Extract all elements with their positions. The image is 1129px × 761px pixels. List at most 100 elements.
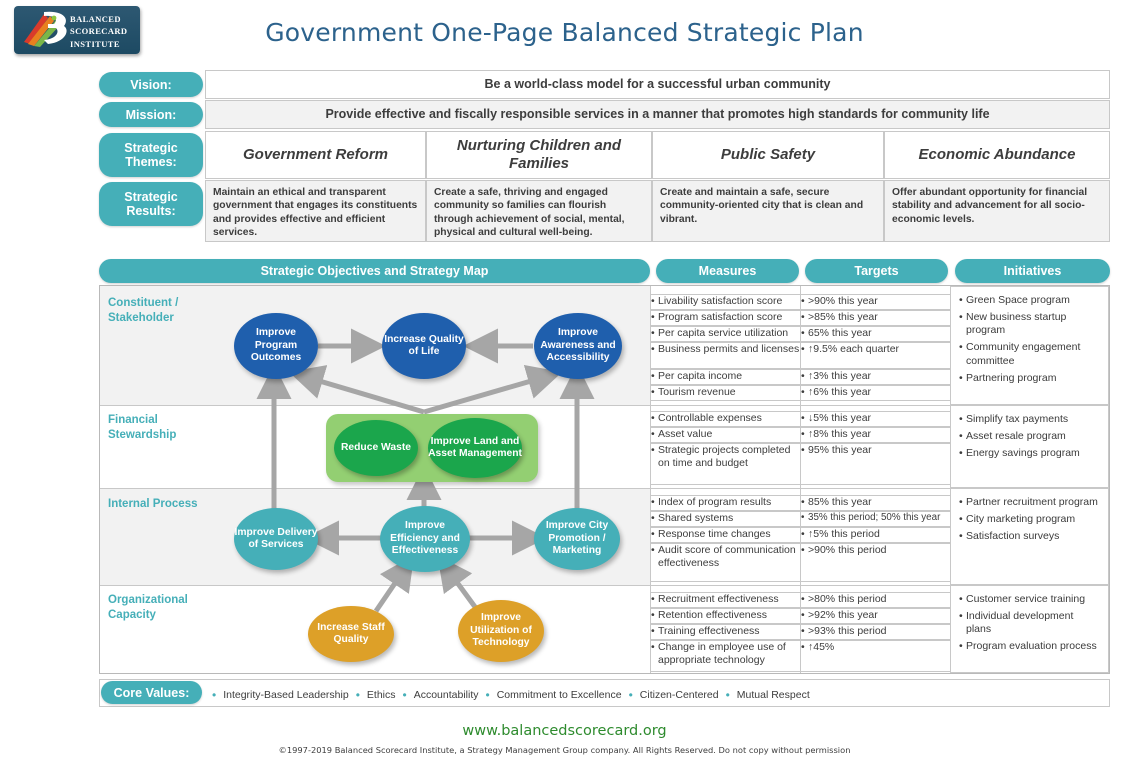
core-values-list: • Integrity-Based Leadership • Ethics • … (212, 686, 1092, 704)
objective-improve-city-promotion-marketing[interactable]: Improve City Promotion / Marketing (534, 508, 620, 570)
perspective-label-organizational: Organizational Capacity (108, 593, 208, 622)
objective-improve-land-asset-management[interactable]: Improve Land and Asset Management (428, 418, 522, 478)
objective-improve-efficiency-effectiveness[interactable]: Improve Efficiency and Effectiveness (380, 506, 470, 572)
theme-1-text: Government Reform (242, 145, 389, 163)
objective-improve-delivery-of-services[interactable]: Improve Delivery of Services (234, 508, 318, 570)
target-row: • 95% this year (800, 443, 951, 485)
bullet-icon: • (801, 593, 805, 605)
measure-row: • Strategic projects completed on time an… (650, 443, 801, 485)
initiatives-cell-internal: • Partner recruitment program • City marke… (950, 488, 1109, 585)
measure-row: • Program satisfaction score (650, 310, 801, 326)
objective-improve-program-outcomes[interactable]: Improve Program Outcomes (234, 313, 318, 379)
mission-label: Mission: (99, 102, 203, 127)
bullet-icon: • (959, 530, 963, 543)
initiative-item: • New business startup program (959, 311, 1067, 337)
initiative-item: • Energy savings program (959, 447, 1080, 460)
initiative-item: • Individual development plans (959, 610, 1074, 636)
vision-value: Be a world-class model for a successful … (205, 70, 1110, 99)
bullet-icon: • (959, 593, 963, 605)
perspective-label-financial: Financial Stewardship (108, 413, 208, 442)
core-value-item: Commitment to Excellence (496, 689, 622, 701)
target-row: • ↑6% this year (800, 385, 951, 401)
measure-row: • Retention effectiveness (650, 608, 801, 624)
measure-row: • Training effectiveness (650, 624, 801, 640)
vision-label: Vision: (99, 72, 203, 97)
objective-increase-quality-of-life[interactable]: Increase Quality of Life (382, 313, 466, 379)
objective-increase-staff-quality-text: Increase Staff Quality (317, 621, 385, 645)
strategic-themes-label: Strategic Themes: (99, 133, 203, 177)
theme-3-text: Public Safety (720, 145, 816, 163)
objective-reduce-waste[interactable]: Reduce Waste (334, 420, 418, 476)
objective-increase-staff-quality[interactable]: Increase Staff Quality (308, 606, 394, 662)
bullet-icon: • (801, 444, 805, 456)
website-url[interactable]: www.balancedscorecard.org (0, 723, 1129, 739)
bullet-icon: • (651, 386, 655, 398)
initiative-item: • Asset resale program (959, 430, 1066, 443)
theme-2-text: Nurturing Children and Families (456, 136, 622, 172)
measure-row: • Controllable expenses (650, 411, 801, 427)
target-row: • ↑45% (800, 640, 951, 672)
bullet-icon: • (651, 512, 655, 524)
bullet-icon: • (651, 412, 655, 424)
target-row: • >80% this period (800, 592, 951, 608)
theme-2: Nurturing Children and Families (426, 131, 652, 179)
copyright-notice: ©1997-2019 Balanced Scorecard Institute,… (278, 745, 851, 755)
initiative-item: • Green Space program (959, 294, 1070, 306)
core-value-item: Accountability (413, 689, 479, 701)
objective-increase-quality-of-life-text: Increase Quality of Life (384, 333, 464, 357)
objective-improve-city-promotion-marketing-text: Improve City Promotion / Marketing (545, 520, 609, 557)
bullet-icon: • (725, 688, 730, 702)
bullet-icon: • (801, 625, 805, 637)
measure-row: • Asset value (650, 427, 801, 443)
bullet-icon: • (959, 513, 963, 526)
target-row: • 35% this period; 50% this year (800, 511, 951, 527)
target-row: • ↑8% this year (800, 427, 951, 443)
strategic-results-label: Strategic Results: (99, 182, 203, 226)
bullet-icon: • (959, 496, 963, 508)
result-1-text: Maintain an ethical and transparent gove… (213, 187, 418, 239)
bullet-icon: • (801, 544, 805, 556)
target-row: • 65% this year (800, 326, 951, 342)
bullet-icon: • (651, 544, 655, 556)
target-row: • >90% this year (800, 294, 951, 310)
initiative-item: • Partnering program (959, 371, 1057, 384)
bullet-icon: • (651, 343, 655, 355)
bullet-icon: • (959, 371, 963, 384)
bullet-icon: • (651, 625, 655, 637)
measure-row: • Business permits and licenses (650, 342, 801, 369)
core-value-item: Citizen-Centered (639, 689, 719, 701)
initiative-item: • Satisfaction surveys (959, 530, 1060, 543)
objective-improve-utilization-of-technology[interactable]: Improve Utilization of Technology (458, 600, 544, 662)
objective-improve-awareness-accessibility[interactable]: Improve Awareness and Accessibility (534, 313, 622, 379)
result-4-text: Offer abundant opportunity for financial… (892, 187, 1088, 225)
objective-improve-land-asset-management-text: Improve Land and Asset Management (428, 435, 522, 459)
core-values-label-text: Core Values: (113, 685, 190, 700)
bullet-icon: • (651, 609, 655, 621)
perspective-label-internal-text: Internal Process (108, 498, 198, 510)
theme-4-text: Economic Abundance (918, 145, 1076, 163)
bullet-icon: • (801, 412, 805, 424)
column-header-initiatives-text: Initiatives (1003, 264, 1062, 278)
core-value-item: Mutual Respect (736, 689, 810, 701)
core-value-item: Ethics (366, 689, 396, 701)
perspective-label-internal: Internal Process (108, 497, 198, 512)
perspective-label-financial-text: Financial Stewardship (108, 414, 177, 441)
measure-row: • Change in employee use of appropriate t… (650, 640, 801, 672)
initiatives-cell-organizational: • Customer service training • Individual d… (950, 585, 1109, 673)
target-row: • ↑5% this period (800, 527, 951, 543)
perspective-label-constituent: Constituent / Stakeholder (108, 296, 208, 325)
bullet-icon: • (801, 528, 805, 540)
target-row: • >85% this year (800, 310, 951, 326)
mission-text: Provide effective and fiscally responsib… (325, 106, 990, 121)
bullet-icon: • (959, 610, 963, 623)
bullet-icon: • (801, 370, 805, 382)
column-header-targets: Targets (805, 259, 948, 283)
initiative-item: • Customer service training (959, 593, 1086, 605)
objective-improve-program-outcomes-text: Improve Program Outcomes (250, 327, 302, 364)
objective-improve-efficiency-effectiveness-text: Improve Efficiency and Effectiveness (390, 520, 460, 557)
bullet-icon: • (801, 386, 805, 398)
objective-improve-awareness-accessibility-text: Improve Awareness and Accessibility (540, 327, 616, 364)
bullet-icon: • (959, 430, 963, 443)
bullet-icon: • (651, 641, 655, 653)
measure-row: • Index of program results (650, 495, 801, 511)
